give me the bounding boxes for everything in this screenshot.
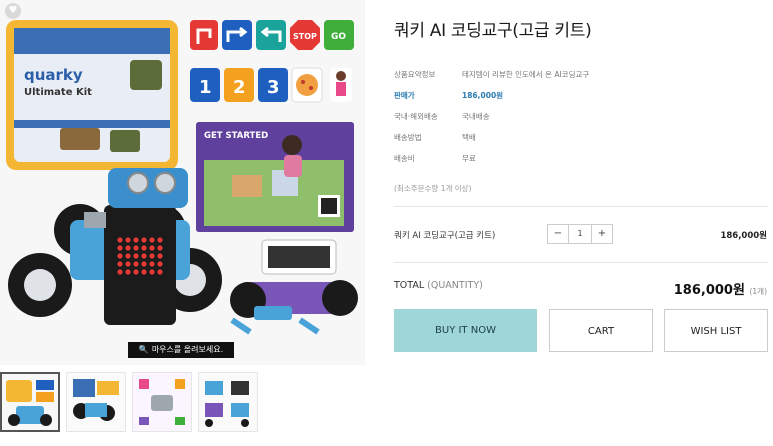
quantity-decrease-button[interactable]: −: [548, 225, 568, 243]
quantity-stepper: − 1 +: [547, 224, 613, 244]
thumbnail-1-image: [2, 374, 58, 430]
product-gallery: quarky Ultimate Kit STOP GO 1 2 3 GET ST…: [0, 0, 365, 446]
option-price: 186,000원: [720, 231, 767, 241]
number-card-3: 3: [267, 77, 280, 98]
info-value-summary: 테지템이 리뷰한 인도에서 온 AI코딩교구: [462, 70, 590, 79]
product-illustration: quarky Ultimate Kit STOP GO 1 2 3 GET ST…: [0, 0, 365, 365]
go-sign-text: GO: [331, 32, 346, 42]
get-started-text: GET STARTED: [204, 131, 268, 141]
info-value-price: 186,000원: [462, 91, 504, 100]
road-sign-cards: STOP GO: [190, 20, 354, 50]
thumbnail-strip: [0, 372, 365, 436]
thumbnail-3-image: [133, 373, 191, 431]
divider: [394, 262, 768, 263]
info-value-shipping-method: 택배: [462, 133, 476, 142]
stop-sign-text: STOP: [293, 32, 317, 41]
thumbnail-4-image: [199, 373, 257, 431]
number-card-1: 1: [199, 77, 212, 98]
divider: [394, 206, 768, 207]
cart-button[interactable]: CART: [549, 309, 653, 352]
total-quantity-label: (QUANTITY): [427, 280, 483, 291]
zoom-hint: 🔍 마우스를 올려보세요.: [128, 342, 234, 358]
info-label-shipping-region: 국내·해외배송: [394, 112, 438, 121]
product-info-panel: 쿼키 AI 코딩교구(고급 키트) 상품요약정보 테지템이 리뷰한 인도에서 온…: [394, 0, 769, 446]
thumbnail-2[interactable]: [66, 372, 126, 432]
quantity-input[interactable]: 1: [568, 225, 592, 243]
info-value-shipping-fee: 무료: [462, 154, 476, 163]
quantity-increase-button[interactable]: +: [592, 225, 612, 243]
main-product-image[interactable]: quarky Ultimate Kit STOP GO 1 2 3 GET ST…: [0, 0, 365, 365]
min-order-note: (최소주문수량 1개 이상): [394, 184, 472, 193]
wish-list-button[interactable]: WISH LIST: [664, 309, 768, 352]
zoom-hint-text: 마우스를 올려보세요.: [151, 345, 224, 354]
total-price-value: 186,000원: [673, 283, 745, 298]
total-label: TOTAL (QUANTITY): [394, 280, 483, 291]
total-price: 186,000원 (1개): [674, 279, 767, 298]
product-title: 쿼키 AI 코딩교구(고급 키트): [394, 21, 592, 41]
number-card-2: 2: [233, 77, 246, 98]
info-label-shipping-method: 배송방법: [394, 133, 422, 142]
thumbnail-2-image: [67, 373, 125, 431]
thumbnail-3[interactable]: [132, 372, 192, 432]
info-label-summary: 상품요약정보: [394, 70, 436, 79]
info-label-shipping-fee: 배송비: [394, 154, 415, 163]
magnifier-icon: 🔍: [138, 345, 149, 354]
option-name: 쿼키 AI 코딩교구(고급 키트): [394, 231, 496, 241]
thumbnail-4[interactable]: [198, 372, 258, 432]
info-label-price: 판매가: [394, 91, 415, 100]
favorite-heart-icon[interactable]: ♥: [5, 3, 21, 19]
buy-now-button[interactable]: BUY IT NOW: [394, 309, 537, 352]
total-text: TOTAL: [394, 280, 425, 291]
get-started-card: GET STARTED: [196, 122, 354, 232]
thumbnail-1[interactable]: [0, 372, 60, 432]
kit-box: quarky Ultimate Kit: [6, 20, 178, 170]
info-value-shipping-region: 국내배송: [462, 112, 490, 121]
box-brand-text: quarky: [24, 66, 83, 84]
box-name-text: Ultimate Kit: [24, 87, 92, 98]
total-count: (1개): [749, 287, 767, 296]
